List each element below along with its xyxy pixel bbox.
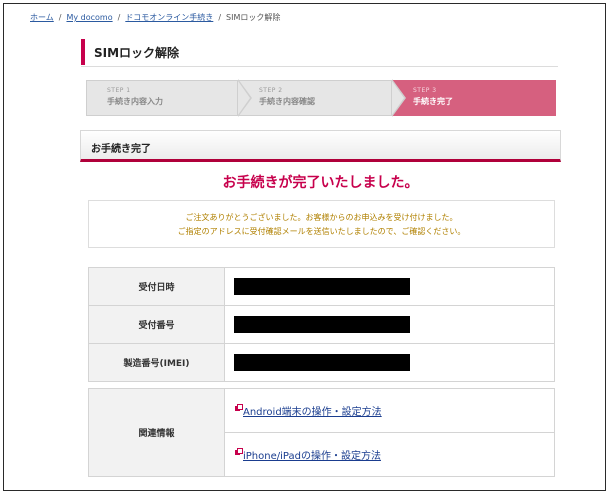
step-3-active: STEP 3 手続き完了 [392,80,556,116]
step-arrow-icon [392,79,406,117]
step-2-label: 手続き内容確認 [259,97,315,106]
redacted-value [234,278,410,295]
external-link-icon [235,448,243,455]
breadcrumb-online-procedure[interactable]: ドコモオンライン手続き [125,13,213,22]
step-progress: STEP 1 手続き内容入力 STEP 2 手続き内容確認 STEP 3 手続き… [86,79,556,117]
notice-line-2: ご指定のアドレスに受付確認メールを送信いたしましたので、ご確認ください。 [177,227,466,236]
table-row: 受付番号 [88,305,555,344]
breadcrumb-my-docomo[interactable]: My docomo [66,13,112,22]
section-header: お手続き完了 [80,130,561,162]
related-link-cell: iPhone/iPadの操作・設定方法 [224,432,555,477]
complete-message: お手続きが完了いたしました。 [222,175,419,191]
breadcrumb-separator: / [117,13,121,22]
breadcrumb-separator: / [218,13,222,22]
breadcrumb-separator: / [58,13,62,22]
related-link-cell: Android端末の操作・設定方法 [224,388,555,433]
title-accent-bar [81,39,85,65]
notice-box: ご注文ありがとうございました。お客様からのお申込みを受け付けました。 ご指定のア… [88,200,555,248]
table-row: 関連情報 Android端末の操作・設定方法 [88,388,555,477]
imei-label: 製造番号(IMEI) [88,343,225,382]
receipt-table: 受付日時 受付番号 製造番号(IMEI) [88,267,555,382]
table-row: 受付日時 [88,267,555,306]
breadcrumb-home[interactable]: ホーム [30,13,54,22]
receipt-number-label: 受付番号 [88,305,225,344]
step-3-number: STEP 3 [413,87,437,94]
breadcrumb-current: SIMロック解除 [226,13,281,22]
table-row: 製造番号(IMEI) [88,343,555,382]
page-frame: ホーム / My docomo / ドコモオンライン手続き / SIMロック解除 SIMロッ… [3,3,606,491]
step-1-label: 手続き内容入力 [107,97,163,106]
page-title-bar: SIMロック解除 [81,37,558,67]
page-title: SIMロック解除 [94,46,180,60]
redacted-value [234,316,410,333]
related-info-label: 関連情報 [88,388,225,477]
receipt-datetime-label: 受付日時 [88,267,225,306]
step-3-label: 手続き完了 [413,97,453,106]
receipt-number-value [224,305,555,344]
step-2: STEP 2 手続き内容確認 [238,80,392,116]
step-1-number: STEP 1 [107,87,131,94]
redacted-value [234,354,410,371]
imei-value [224,343,555,382]
breadcrumb: ホーム / My docomo / ドコモオンライン手続き / SIMロック解除 [30,12,280,23]
step-2-number: STEP 2 [259,87,283,94]
section-title: お手続き完了 [91,144,151,155]
iphone-settings-link[interactable]: iPhone/iPadの操作・設定方法 [243,451,381,462]
related-info-table: 関連情報 Android端末の操作・設定方法 iPhone/iPadの操作・設定… [88,388,555,477]
notice-line-1: ご注文ありがとうございました。お客様からのお申込みを受け付けました。 [185,213,458,222]
step-1: STEP 1 手続き内容入力 [86,80,238,116]
external-link-icon [235,404,243,411]
receipt-datetime-value [224,267,555,306]
step-arrow-icon [238,79,252,117]
android-settings-link[interactable]: Android端末の操作・設定方法 [243,407,382,418]
